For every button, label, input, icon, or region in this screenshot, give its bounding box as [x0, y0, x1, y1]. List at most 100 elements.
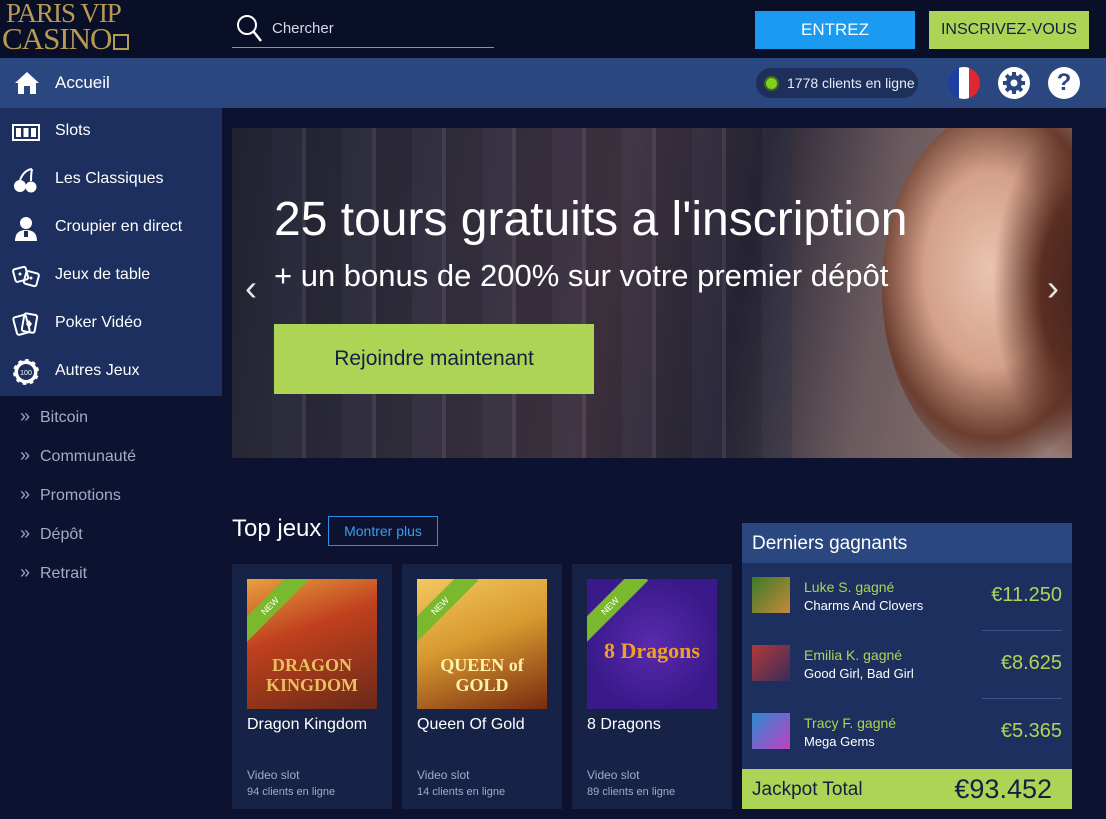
game-card-queen-of-gold[interactable]: QUEEN of GOLD NEW Queen Of Gold Video sl…: [402, 564, 562, 809]
show-more-button[interactable]: Montrer plus: [328, 516, 438, 546]
top-games-title: Top jeux: [232, 515, 322, 542]
game-type: Video slot: [247, 768, 300, 782]
logo-emblem-icon: [113, 33, 130, 50]
chevron-right-icon: »: [20, 562, 31, 582]
casino-logo[interactable]: PARIS VIP CASINO: [2, 0, 130, 58]
join-now-button[interactable]: Rejoindre maintenant: [274, 324, 594, 394]
sidebar-link-withdrawal[interactable]: » Retrait: [20, 562, 220, 586]
sidebar-link-promotions[interactable]: » Promotions: [20, 484, 220, 508]
winners-title: Derniers gagnants: [752, 533, 908, 554]
sidebar-item-label: Autres Jeux: [55, 362, 140, 379]
game-online-count: 94 clients en ligne: [247, 786, 336, 798]
home-icon: [15, 72, 39, 94]
game-thumbnail[interactable]: 8 Dragons NEW: [587, 579, 717, 709]
help-icon[interactable]: ?: [1048, 67, 1080, 99]
sidebar-item-label: Jeux de table: [55, 266, 151, 283]
winner-game-thumbnail[interactable]: [752, 645, 790, 681]
winner-game[interactable]: Mega Gems: [804, 734, 875, 749]
winner-amount: €11.250: [991, 584, 1062, 606]
chip-icon: 100: [12, 358, 40, 386]
logo-line2: CASINO: [2, 23, 130, 54]
search-icon[interactable]: [236, 14, 262, 44]
winner-amount: €8.625: [1000, 652, 1062, 674]
new-ribbon: NEW: [587, 579, 649, 645]
game-name: 8 Dragons: [587, 716, 661, 733]
banner-subtitle: + un bonus de 200% sur votre premier dép…: [274, 258, 889, 293]
recent-winners-panel: Derniers gagnants Luke S. gagné Charms A…: [742, 523, 1072, 809]
sidebar-link-label: Dépôt: [40, 526, 83, 543]
sidebar-item-label: Les Classiques: [55, 170, 164, 187]
search-input[interactable]: [272, 16, 482, 40]
nav-item-home[interactable]: Accueil: [0, 58, 222, 108]
sidebar-link-bitcoin[interactable]: » Bitcoin: [20, 406, 220, 430]
chevron-right-icon[interactable]: ›: [1038, 268, 1068, 308]
jackpot-label: Jackpot Total: [752, 779, 863, 800]
banner-title: 25 tours gratuits a l'inscription: [274, 193, 908, 246]
game-card-8-dragons[interactable]: 8 Dragons NEW 8 Dragons Video slot 89 cl…: [572, 564, 732, 809]
game-art-title: DRAGON KINGDOM: [266, 655, 358, 695]
winner-name: Tracy F. gagné: [804, 715, 897, 731]
game-thumbnail[interactable]: QUEEN of GOLD NEW: [417, 579, 547, 709]
chevron-right-icon: »: [20, 484, 31, 504]
sidebar-link-label: Communauté: [40, 448, 137, 465]
winner-row[interactable]: Emilia K. gagné Good Girl, Bad Girl €8.6…: [742, 631, 1072, 699]
game-name: Dragon Kingdom: [247, 716, 368, 733]
jackpot-value: €93.452: [954, 774, 1052, 804]
online-dot-icon: [766, 78, 777, 89]
login-button[interactable]: ENTREZ: [755, 11, 915, 49]
sidebar-item-video-poker[interactable]: Poker Vidéo: [0, 300, 222, 348]
chevron-left-icon[interactable]: ‹: [236, 268, 266, 308]
nav-home-label: Accueil: [55, 73, 110, 92]
slot-machine-icon: [12, 124, 40, 141]
game-name: Queen Of Gold: [417, 716, 525, 733]
game-online-count: 14 clients en ligne: [417, 786, 506, 798]
sidebar-link-label: Bitcoin: [40, 409, 89, 426]
sidebar-item-other-games[interactable]: 100 Autres Jeux: [0, 348, 222, 396]
promo-banner[interactable]: 25 tours gratuits a l'inscription + un b…: [232, 128, 1072, 458]
search-box[interactable]: [232, 8, 494, 48]
sidebar-link-label: Retrait: [40, 565, 88, 582]
winner-row[interactable]: Tracy F. gagné Mega Gems €5.365: [742, 699, 1072, 767]
winner-game[interactable]: Good Girl, Bad Girl: [804, 666, 914, 681]
online-count: 1778 clients en ligne: [787, 75, 915, 91]
sidebar-item-label: Croupier en direct: [55, 218, 183, 235]
cherries-icon: [14, 168, 37, 193]
winner-game-thumbnail[interactable]: [752, 713, 790, 749]
winner-name: Luke S. gagné: [804, 579, 895, 595]
chevron-right-icon: »: [20, 406, 31, 426]
gear-icon[interactable]: [998, 67, 1030, 99]
game-type: Video slot: [587, 768, 640, 782]
sidebar-item-label: Slots: [55, 122, 91, 139]
sidebar-item-live-dealer[interactable]: Croupier en direct: [0, 204, 222, 252]
chevron-right-icon: »: [20, 445, 31, 465]
sidebar-link-deposit[interactable]: » Dépôt: [20, 523, 220, 547]
game-type: Video slot: [417, 768, 470, 782]
online-status-badge: 1778 clients en ligne: [756, 68, 918, 98]
language-flag-icon[interactable]: [948, 67, 980, 99]
game-art-title: QUEEN of GOLD: [440, 655, 524, 695]
playing-cards-icon: [12, 312, 39, 336]
winner-row[interactable]: Luke S. gagné Charms And Clovers €11.250: [742, 563, 1072, 631]
game-online-count: 89 clients en ligne: [587, 786, 676, 798]
sidebar-link-label: Promotions: [40, 487, 121, 504]
dealer-icon: [15, 217, 37, 241]
signup-button[interactable]: INSCRIVEZ-VOUS: [929, 11, 1089, 49]
nav-bar: Accueil 1778 clients en ligne ?: [0, 58, 1106, 108]
sidebar-item-slots[interactable]: Slots: [0, 108, 222, 156]
sidebar-link-community[interactable]: » Communauté: [20, 445, 220, 469]
winner-game[interactable]: Charms And Clovers: [804, 598, 923, 613]
sidebar-item-table-games[interactable]: Jeux de table: [0, 252, 222, 300]
winner-amount: €5.365: [1000, 720, 1062, 742]
game-thumbnail[interactable]: DRAGON KINGDOM NEW: [247, 579, 377, 709]
winner-game-thumbnail[interactable]: [752, 577, 790, 613]
winner-name: Emilia K. gagné: [804, 647, 903, 663]
sidebar-item-classics[interactable]: Les Classiques: [0, 156, 222, 204]
sidebar-item-label: Poker Vidéo: [55, 314, 142, 331]
dice-icon: [12, 265, 40, 288]
chevron-right-icon: »: [20, 523, 31, 543]
winners-header: Derniers gagnants: [742, 523, 1072, 563]
game-card-dragon-kingdom[interactable]: DRAGON KINGDOM NEW Dragon Kingdom Video …: [232, 564, 392, 809]
new-ribbon: NEW: [417, 579, 479, 645]
jackpot-total-bar: Jackpot Total €93.452: [742, 769, 1072, 809]
top-bar: PARIS VIP CASINO ENTREZ INSCRIVEZ-VOUS: [0, 0, 1106, 58]
